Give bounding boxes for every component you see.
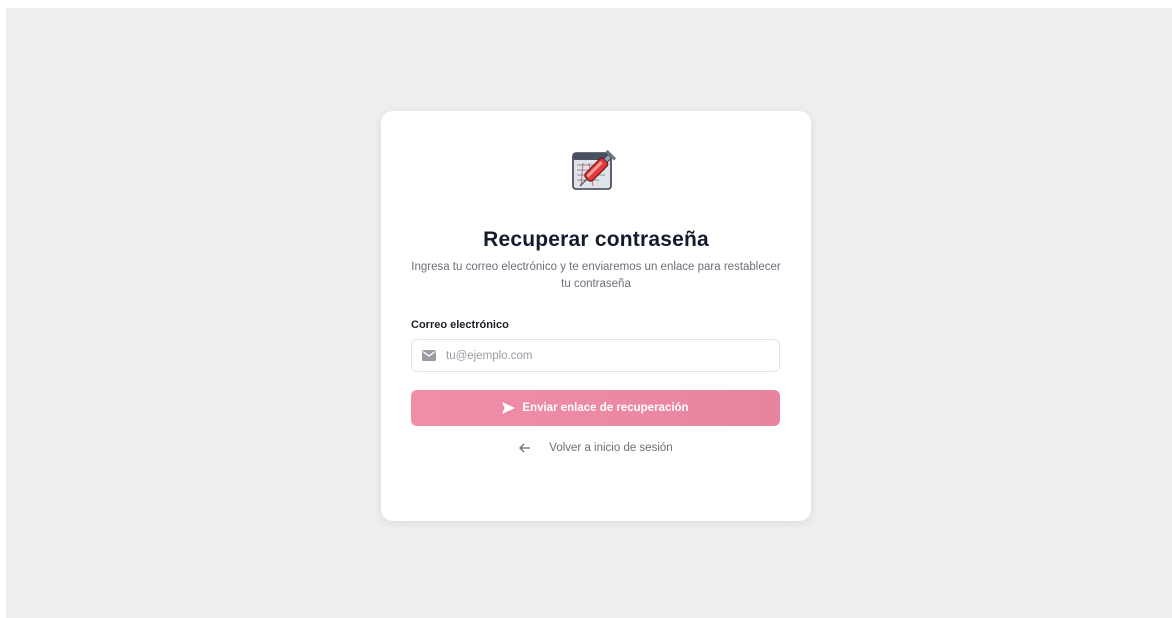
email-field[interactable] [411,339,780,372]
email-input[interactable] [446,340,766,371]
send-recovery-link-label: Enviar enlace de recuperación [522,402,689,414]
arrow-left-icon [519,443,531,453]
send-recovery-link-button[interactable]: Enviar enlace de recuperación [411,390,780,426]
syringe-app-logo-icon [572,149,617,190]
page-title: Recuperar contraseña [483,228,709,251]
page-subtitle: Ingresa tu correo electrónico y te envia… [411,261,781,290]
back-to-login-label: Volver a inicio de sesión [549,442,673,454]
send-icon [502,402,516,414]
back-to-login-link[interactable]: Volver a inicio de sesión [381,442,811,454]
email-label: Correo electrónico [411,319,509,331]
envelope-icon [422,350,436,361]
password-recovery-card: Recuperar contraseña Ingresa tu correo e… [381,111,811,521]
